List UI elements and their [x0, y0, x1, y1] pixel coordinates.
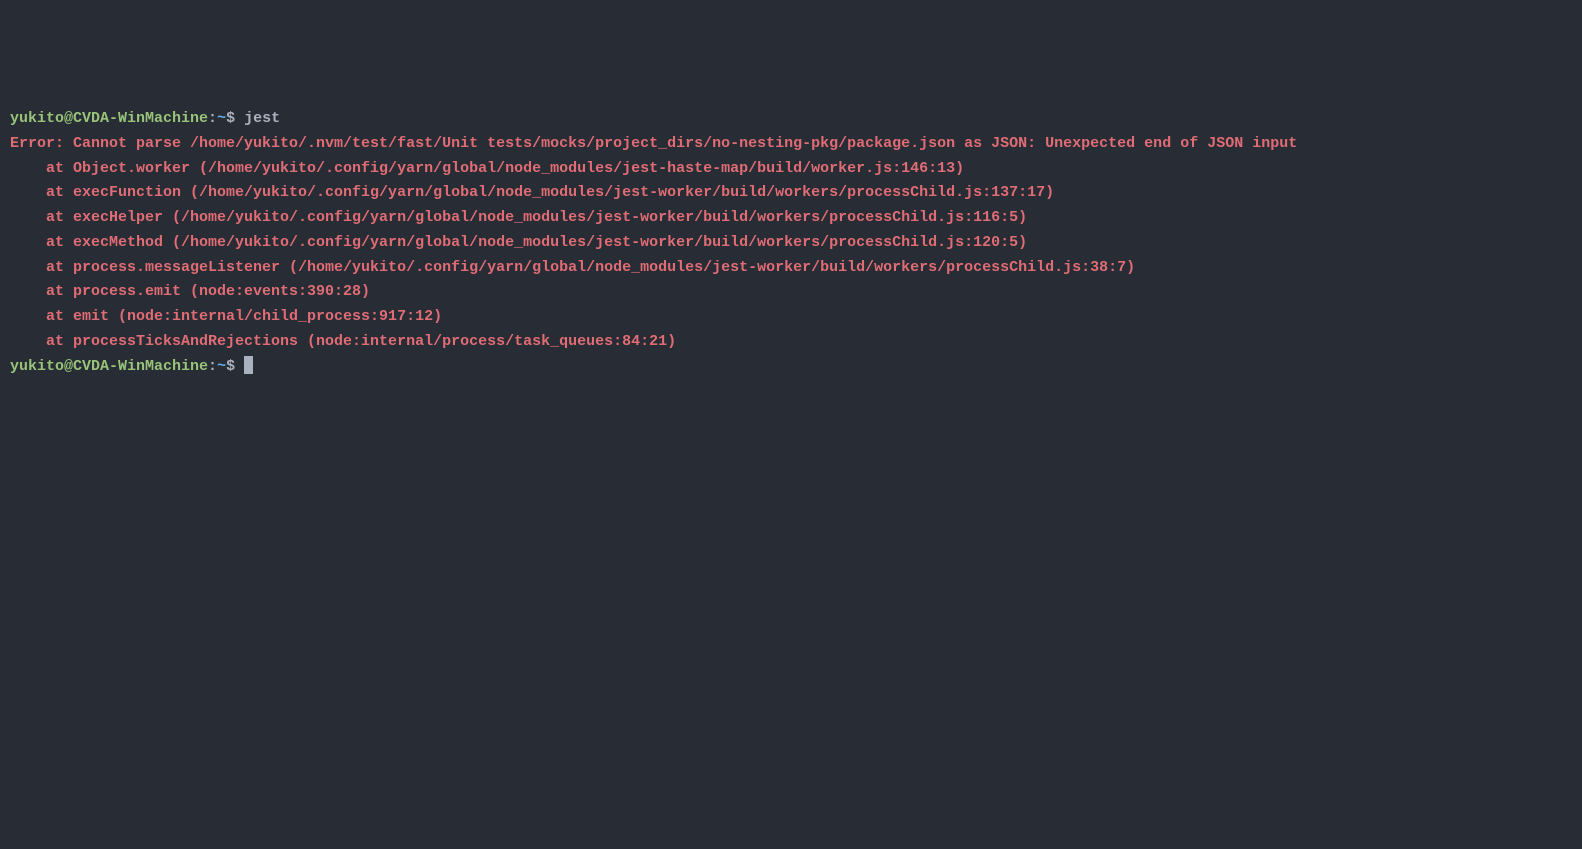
prompt-separator: :	[208, 110, 217, 127]
stack-frame: at execFunction (/home/yukito/.config/ya…	[10, 181, 1572, 206]
prompt-dollar: $	[226, 358, 244, 375]
prompt-user-host: yukito@CVDA-WinMachine	[10, 358, 208, 375]
prompt-path: ~	[217, 110, 226, 127]
terminal-output[interactable]: yukito@CVDA-WinMachine:~$ jestError: Can…	[10, 107, 1572, 725]
stack-frame: at emit (node:internal/child_process:917…	[10, 305, 1572, 330]
stack-frame: at process.messageListener (/home/yukito…	[10, 256, 1572, 281]
stack-frame: at execHelper (/home/yukito/.config/yarn…	[10, 206, 1572, 231]
stack-frame: at Object.worker (/home/yukito/.config/y…	[10, 157, 1572, 182]
command-text: jest	[244, 110, 280, 127]
cursor	[244, 356, 253, 374]
prompt-dollar: $	[226, 110, 244, 127]
prompt-user-host: yukito@CVDA-WinMachine	[10, 110, 208, 127]
error-header: Error: Cannot parse /home/yukito/.nvm/te…	[10, 132, 1572, 157]
prompt-path: ~	[217, 358, 226, 375]
prompt-line-2: yukito@CVDA-WinMachine:~$	[10, 355, 1572, 380]
stack-frame: at processTicksAndRejections (node:inter…	[10, 330, 1572, 355]
prompt-separator: :	[208, 358, 217, 375]
stack-frame: at process.emit (node:events:390:28)	[10, 280, 1572, 305]
stack-frame: at execMethod (/home/yukito/.config/yarn…	[10, 231, 1572, 256]
prompt-line-1: yukito@CVDA-WinMachine:~$ jest	[10, 107, 1572, 132]
